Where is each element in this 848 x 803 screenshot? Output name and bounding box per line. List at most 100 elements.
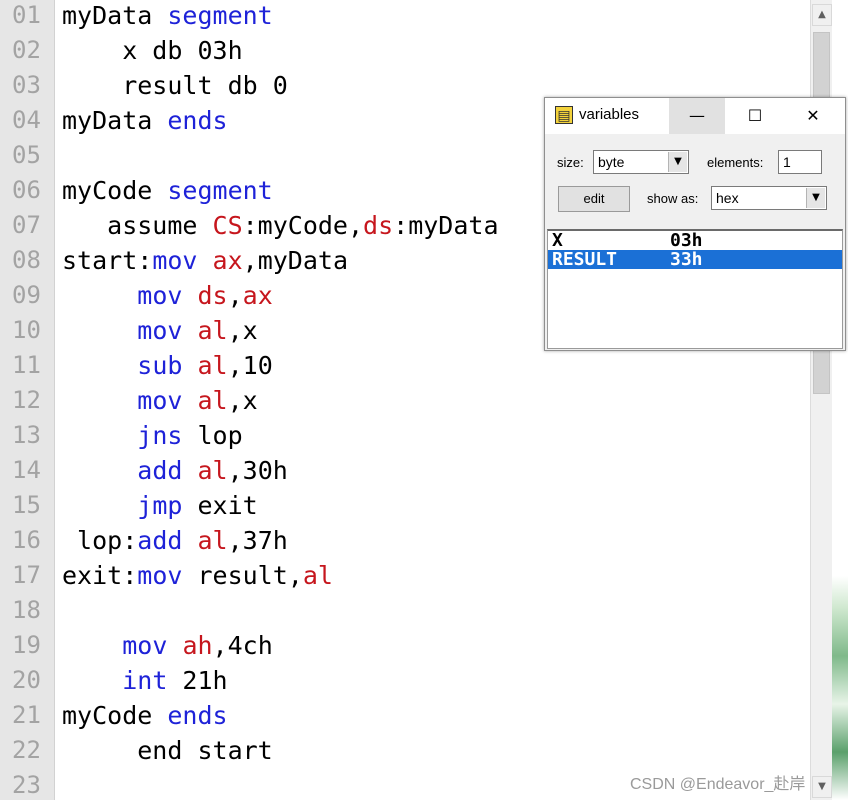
chevron-down-icon[interactable]: ▼ xyxy=(668,152,687,172)
line-number: 23 xyxy=(12,771,41,799)
code-keyword: mov xyxy=(137,386,183,415)
line-number: 16 xyxy=(12,526,41,554)
line-number: 18 xyxy=(12,596,41,624)
line-number: 08 xyxy=(12,246,41,274)
variable-row-result[interactable]: RESULT 33h xyxy=(548,250,842,269)
window-title-bar[interactable]: ▤ variables — ☐ ✕ xyxy=(545,98,845,134)
code-text: myCode xyxy=(62,701,168,730)
close-icon: ✕ xyxy=(806,106,820,125)
code-text: result db 0 xyxy=(62,71,288,100)
variables-window[interactable]: ▤ variables — ☐ ✕ size: byte ▼ elements:… xyxy=(544,97,846,351)
code-keyword: mov xyxy=(137,316,183,345)
code-text: lop xyxy=(182,421,243,450)
line-number-gutter: 01 02 03 04 05 06 07 08 09 10 11 12 13 14 15 16 17 18 19 20… xyxy=(0,0,55,800)
code-keyword: sub xyxy=(137,351,183,380)
code-text: , xyxy=(227,281,243,310)
code-line: myData segment xyxy=(62,0,273,33)
code-line: exit:mov result,al xyxy=(62,558,333,593)
chevron-down-icon[interactable]: ▼ xyxy=(806,188,825,208)
minimize-button[interactable]: — xyxy=(669,98,725,134)
edit-button[interactable]: edit xyxy=(558,186,630,212)
line-number: 14 xyxy=(12,456,41,484)
code-line: add al,30h xyxy=(62,453,288,488)
window-title: variables xyxy=(579,106,640,123)
code-line: jmp exit xyxy=(62,488,257,523)
table-icon: ▤ xyxy=(555,106,573,124)
variable-row-x[interactable]: X 03h xyxy=(548,231,842,250)
code-text: x db 03h xyxy=(62,36,243,65)
code-line: mov al,x xyxy=(62,313,257,348)
scroll-down-button[interactable]: ▼ xyxy=(812,776,832,798)
variable-value: 03h xyxy=(670,230,703,251)
code-keyword: ends xyxy=(167,106,228,135)
code-register: ax xyxy=(242,281,273,310)
code-line: mov ah,4ch xyxy=(62,628,273,663)
line-number: 13 xyxy=(12,421,41,449)
code-keyword: ends xyxy=(167,701,228,730)
code-text: ,x xyxy=(227,386,258,415)
line-number: 07 xyxy=(12,211,41,239)
line-number: 04 xyxy=(12,106,41,134)
chevron-up-icon: ▲ xyxy=(818,9,826,20)
code-register: ds xyxy=(363,211,394,240)
code-keyword: segment xyxy=(167,1,273,30)
variable-name: RESULT xyxy=(552,249,618,270)
code-text: ,10 xyxy=(227,351,273,380)
code-line: result db 0 xyxy=(62,68,288,103)
code-keyword: mov xyxy=(152,246,198,275)
code-text: :myCode, xyxy=(242,211,364,240)
line-number: 22 xyxy=(12,736,41,764)
code-register: CS xyxy=(212,211,243,240)
size-label: size: xyxy=(557,155,584,170)
code-text: ,30h xyxy=(227,456,288,485)
maximize-button[interactable]: ☐ xyxy=(727,98,783,134)
code-text: ,myData xyxy=(242,246,348,275)
show-as-label: show as: xyxy=(647,191,699,206)
code-text: myData xyxy=(62,1,168,30)
show-as-select[interactable]: hex ▼ xyxy=(711,186,827,210)
code-line: x db 03h xyxy=(62,33,243,68)
code-text: exit: xyxy=(62,561,138,590)
line-number: 10 xyxy=(12,316,41,344)
line-number: 17 xyxy=(12,561,41,589)
variables-list[interactable]: X 03h RESULT 33h xyxy=(547,229,843,349)
size-select-value: byte xyxy=(598,154,625,170)
elements-field[interactable]: 1 xyxy=(778,150,822,174)
variable-name: X xyxy=(552,230,563,251)
size-select[interactable]: byte ▼ xyxy=(593,150,689,174)
line-number: 12 xyxy=(12,386,41,414)
close-button[interactable]: ✕ xyxy=(785,98,841,134)
code-keyword: segment xyxy=(167,176,273,205)
code-text: result, xyxy=(182,561,303,590)
scroll-up-button[interactable]: ▲ xyxy=(812,4,832,26)
code-text: end start xyxy=(62,736,273,765)
code-line: end start xyxy=(62,733,273,768)
line-number: 02 xyxy=(12,36,41,64)
code-line: myData ends xyxy=(62,103,228,138)
code-register: ds xyxy=(197,281,228,310)
code-register: al xyxy=(197,386,228,415)
code-register: al xyxy=(197,351,228,380)
code-line: jns lop xyxy=(62,418,243,453)
code-line: assume CS:myCode,ds:myData xyxy=(62,208,498,243)
line-number: 15 xyxy=(12,491,41,519)
line-number: 20 xyxy=(12,666,41,694)
show-as-select-value: hex xyxy=(716,190,739,206)
code-keyword: jmp xyxy=(137,491,183,520)
code-register: ah xyxy=(182,631,213,660)
line-number: 09 xyxy=(12,281,41,309)
minimize-icon: — xyxy=(689,106,705,125)
code-keyword: add xyxy=(137,456,183,485)
